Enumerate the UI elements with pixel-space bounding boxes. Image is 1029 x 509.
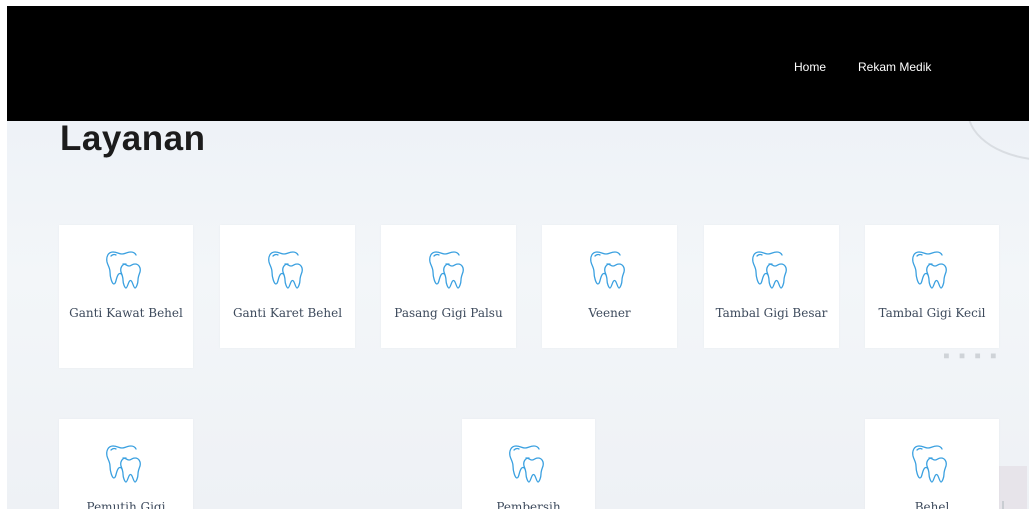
services-section: ■ ■ ■ ■ Layanan Ganti Kawat Behel Ganti … [7, 121, 1029, 509]
nav-home-link[interactable]: Home [794, 60, 826, 74]
tooth-icon [911, 247, 953, 289]
background-decoration [1002, 501, 1004, 509]
service-card[interactable]: Pemutih Gigi [59, 419, 193, 509]
service-card[interactable]: Veener [542, 225, 677, 348]
service-label: Tambal Gigi Besar [715, 306, 828, 320]
service-card[interactable]: Ganti Karet Behel [220, 225, 355, 348]
background-decoration [967, 121, 1029, 161]
top-navbar: Home Rekam Medik [7, 6, 1029, 121]
tooth-icon [267, 247, 309, 289]
page-edge [0, 0, 7, 509]
page-title: Layanan [60, 121, 206, 158]
tooth-icon [911, 441, 953, 483]
service-card[interactable]: Pembersih [462, 419, 595, 509]
service-card[interactable]: Behel [865, 419, 999, 509]
service-card[interactable]: Tambal Gigi Besar [704, 225, 839, 348]
tooth-icon [589, 247, 631, 289]
tooth-icon [428, 247, 470, 289]
service-label: Ganti Kawat Behel [69, 306, 183, 320]
service-card[interactable]: Ganti Kawat Behel [59, 225, 193, 368]
tooth-icon [105, 247, 147, 289]
service-card[interactable]: Pasang Gigi Palsu [381, 225, 516, 348]
service-label: Behel [914, 500, 950, 509]
tooth-icon [508, 441, 550, 483]
tooth-icon [751, 247, 793, 289]
background-decoration: ■ ■ ■ ■ [944, 351, 999, 360]
nav-rekam-medik-link[interactable]: Rekam Medik [858, 60, 931, 74]
service-label: Pembersih [496, 500, 561, 509]
service-label: Veener [588, 306, 631, 320]
service-card[interactable]: Tambal Gigi Kecil [865, 225, 999, 348]
tooth-icon [105, 441, 147, 483]
service-label: Tambal Gigi Kecil [878, 306, 986, 320]
service-label: Ganti Karet Behel [232, 306, 343, 320]
service-label: Pemutih Gigi [86, 500, 166, 509]
service-label: Pasang Gigi Palsu [394, 306, 503, 320]
